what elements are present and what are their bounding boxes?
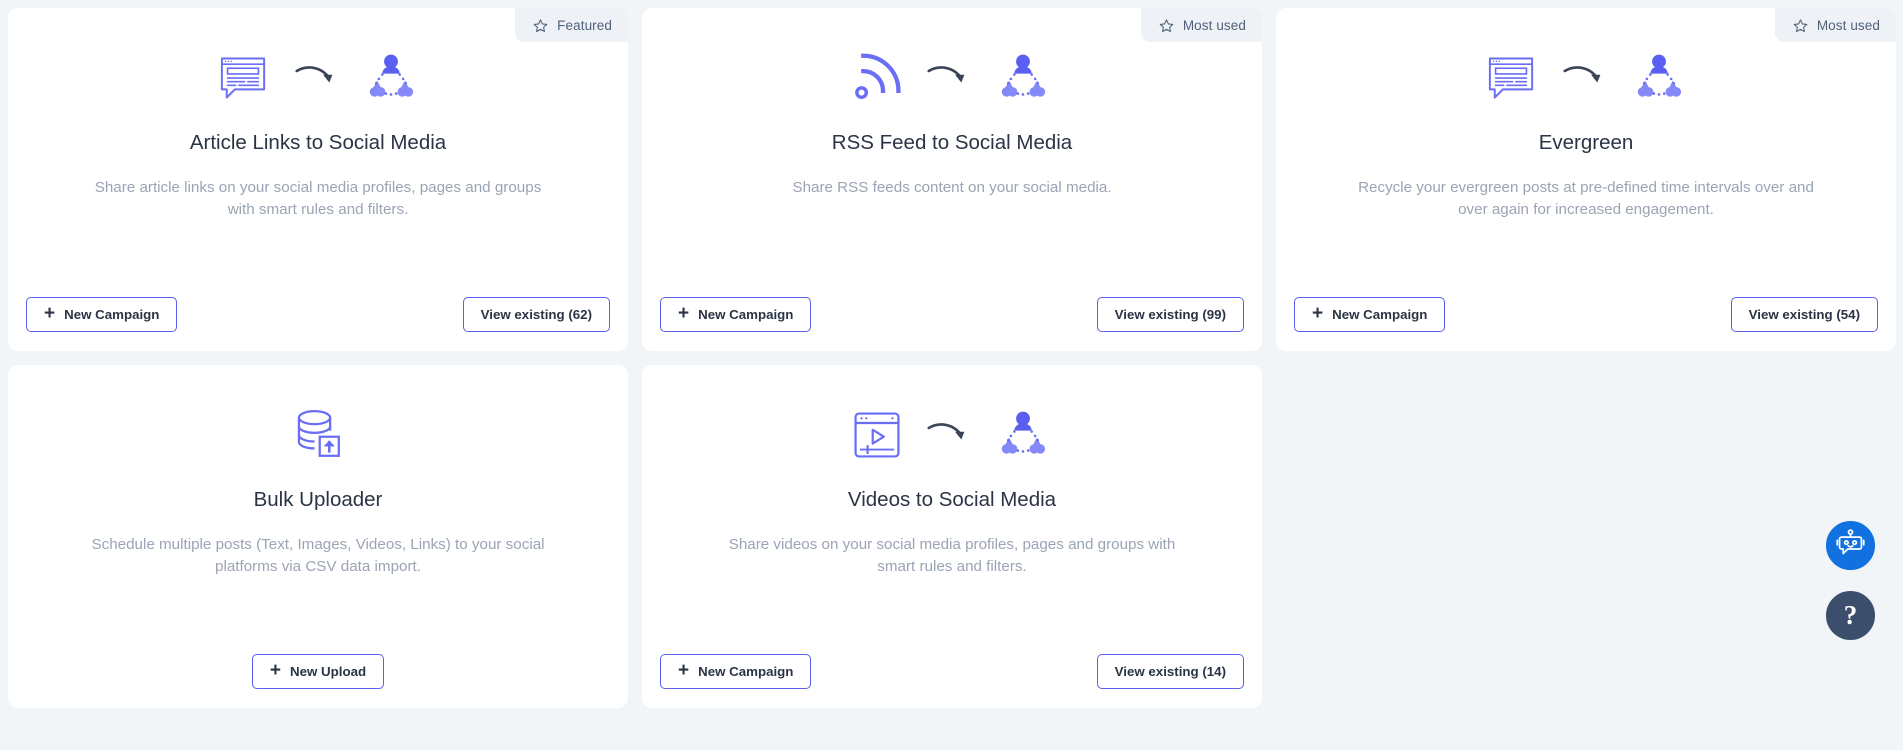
plus-icon: + <box>678 660 690 681</box>
card-description: Share RSS feeds content on your social m… <box>792 178 1112 196</box>
curved-arrow-icon <box>295 63 337 93</box>
rss-feed-icon <box>853 53 901 103</box>
social-network-people-icon <box>363 52 419 104</box>
card-description: Schedule multiple posts (Text, Images, V… <box>91 535 545 575</box>
card-badge-label: Most used <box>1182 17 1246 33</box>
card-badge-label: Featured <box>557 17 612 33</box>
new-campaign-label: New Campaign <box>698 664 794 679</box>
card-icon-row <box>853 47 1051 109</box>
card-actions: + New Campaign View existing (99) <box>660 297 1244 332</box>
view-existing-button[interactable]: View existing (99) <box>1096 297 1244 332</box>
new-campaign-button[interactable]: + New Campaign <box>1294 297 1446 332</box>
card-title: Videos to Social Media <box>847 488 1057 511</box>
new-campaign-label: New Campaign <box>1332 307 1428 322</box>
curved-arrow-icon <box>927 63 969 93</box>
star-icon <box>1793 18 1808 33</box>
card-description: Recycle your evergreen posts at pre-defi… <box>1358 178 1814 218</box>
campaign-card-evergreen[interactable]: Most used Evergreen Recycle your evergre… <box>1276 8 1896 351</box>
card-badge-most-used: Most used <box>1140 8 1262 42</box>
new-upload-label: New Upload <box>290 664 367 679</box>
card-title: Article Links to Social Media <box>189 131 447 154</box>
card-actions: + New Campaign View existing (14) <box>660 654 1244 689</box>
view-existing-button[interactable]: View existing (62) <box>462 297 610 332</box>
curved-arrow-icon <box>927 420 969 450</box>
card-description: Share article links on your social media… <box>94 178 542 218</box>
plus-icon: + <box>269 660 281 681</box>
new-upload-button[interactable]: + New Upload <box>251 654 385 689</box>
card-title: RSS Feed to Social Media <box>831 131 1073 154</box>
campaign-card-rss-feed[interactable]: Most used RSS Feed to Social Media Share… <box>642 8 1262 351</box>
card-icon-row <box>217 47 419 109</box>
help-fab-button[interactable]: ? <box>1823 588 1878 643</box>
chatbot-fab-button[interactable] <box>1823 518 1878 573</box>
social-network-people-icon <box>1631 52 1687 104</box>
campaign-card-bulk-uploader[interactable]: Bulk Uploader Schedule multiple posts (T… <box>8 365 628 708</box>
card-actions: + New Upload <box>26 654 610 689</box>
new-campaign-button[interactable]: + New Campaign <box>26 297 178 332</box>
new-campaign-button[interactable]: + New Campaign <box>660 297 812 332</box>
curved-arrow-icon <box>1563 63 1605 93</box>
new-campaign-label: New Campaign <box>698 307 794 322</box>
view-existing-button[interactable]: View existing (54) <box>1730 297 1878 332</box>
star-icon <box>1159 18 1174 33</box>
star-icon <box>533 18 548 33</box>
video-player-icon <box>853 410 901 460</box>
card-icon-row <box>853 404 1051 466</box>
card-description: Share videos on your social media profil… <box>728 535 1176 575</box>
campaign-cards-grid: Featured Article Links to Social Media S… <box>0 0 1903 708</box>
card-actions: + New Campaign View existing (62) <box>26 297 610 332</box>
plus-icon: + <box>678 303 690 324</box>
social-network-people-icon <box>995 52 1051 104</box>
card-badge-most-used: Most used <box>1774 8 1896 42</box>
card-badge-label: Most used <box>1816 17 1880 33</box>
article-document-icon <box>217 52 269 104</box>
social-network-people-icon <box>995 409 1051 461</box>
card-title: Evergreen <box>1538 131 1634 154</box>
article-document-icon <box>1485 52 1537 104</box>
robot-chat-icon <box>1835 528 1866 564</box>
view-existing-button[interactable]: View existing (14) <box>1096 654 1244 689</box>
card-actions: + New Campaign View existing (54) <box>1294 297 1878 332</box>
card-title: Bulk Uploader <box>253 488 383 511</box>
question-mark-icon: ? <box>1843 600 1858 630</box>
campaign-type-gallery: Featured Article Links to Social Media S… <box>0 0 1903 750</box>
campaign-card-article-links[interactable]: Featured Article Links to Social Media S… <box>8 8 628 351</box>
database-upload-icon <box>292 408 344 462</box>
campaign-card-videos[interactable]: Videos to Social Media Share videos on y… <box>642 365 1262 708</box>
new-campaign-label: New Campaign <box>64 307 160 322</box>
new-campaign-button[interactable]: + New Campaign <box>660 654 812 689</box>
card-badge-featured: Featured <box>515 8 628 42</box>
plus-icon: + <box>44 303 56 324</box>
plus-icon: + <box>1312 303 1324 324</box>
card-icon-row <box>1485 47 1687 109</box>
card-icon-row <box>292 404 344 466</box>
